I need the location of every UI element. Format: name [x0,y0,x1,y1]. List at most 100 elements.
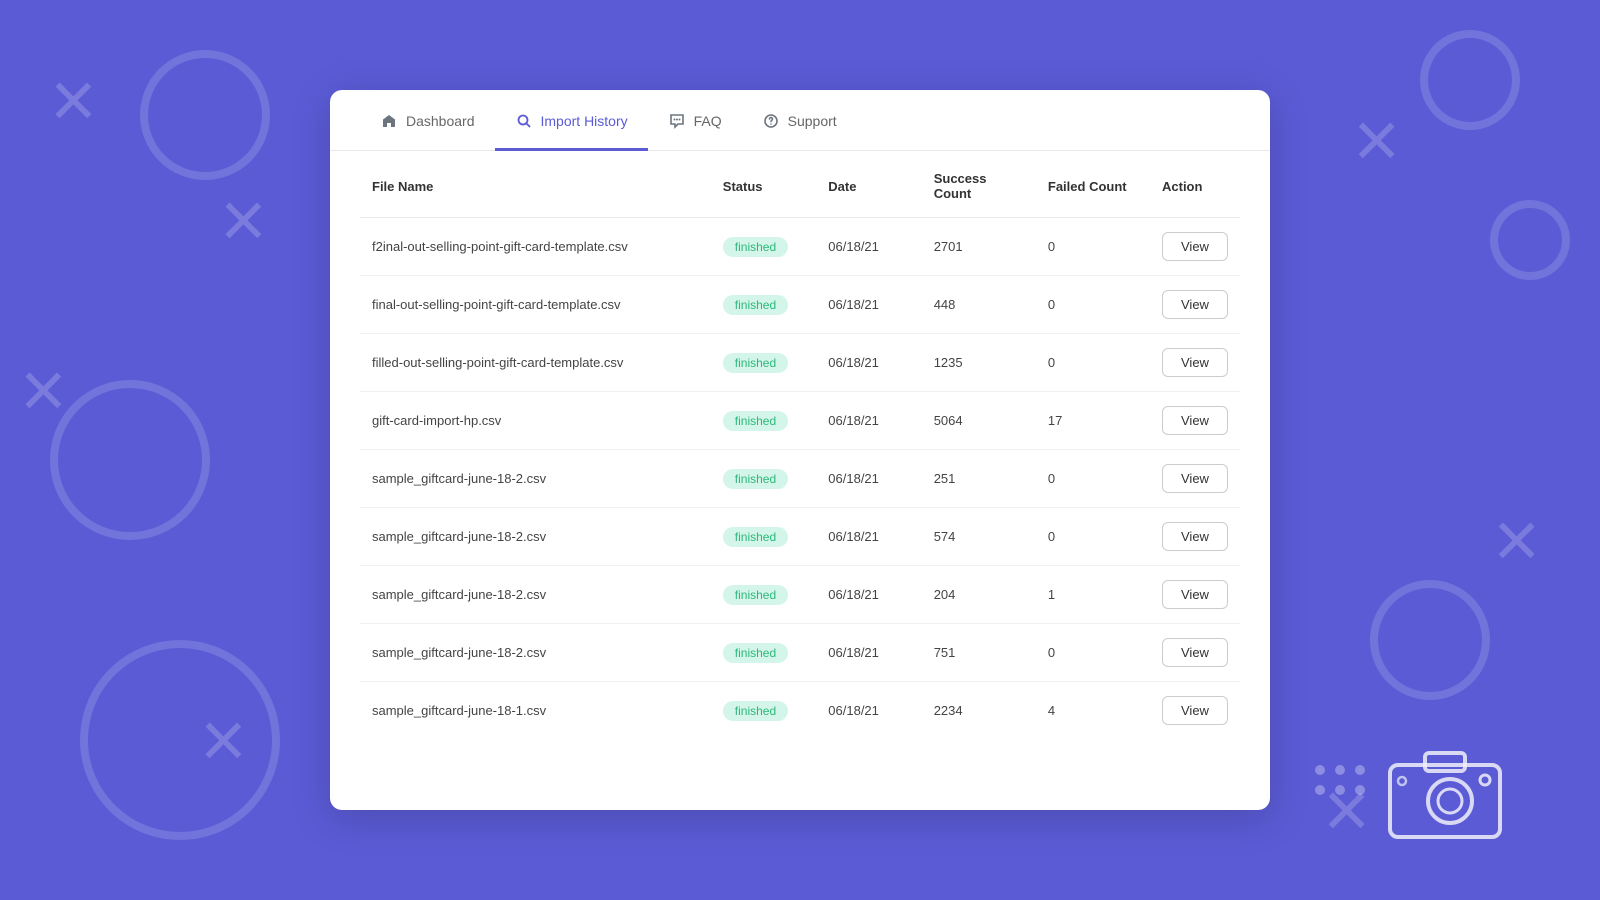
main-card: Dashboard Import History FAQ [330,90,1270,810]
cell-status: finished [711,276,817,334]
cell-status: finished [711,450,817,508]
cell-action: View [1150,566,1240,624]
view-button[interactable]: View [1162,696,1228,725]
table-row: sample_giftcard-june-18-2.csv finished 0… [360,450,1240,508]
deco-x-5: × [1493,500,1540,580]
status-badge: finished [723,585,788,605]
cell-filename: sample_giftcard-june-18-2.csv [360,450,711,508]
cell-action: View [1150,392,1240,450]
cell-filename: gift-card-import-hp.csv [360,392,711,450]
tab-support-label: Support [788,113,837,129]
cell-filename: sample_giftcard-june-18-1.csv [360,682,711,740]
cell-success: 5064 [922,392,1036,450]
cell-action: View [1150,334,1240,392]
col-header-failed: Failed Count [1036,151,1150,218]
tab-faq-label: FAQ [694,113,722,129]
cell-date: 06/18/21 [816,682,921,740]
cell-date: 06/18/21 [816,218,921,276]
status-badge: finished [723,469,788,489]
deco-x-3: × [20,350,67,430]
cell-success: 751 [922,624,1036,682]
view-button[interactable]: View [1162,638,1228,667]
cell-failed: 0 [1036,218,1150,276]
cell-status: finished [711,624,817,682]
cell-success: 2234 [922,682,1036,740]
col-header-action: Action [1150,151,1240,218]
cell-success: 251 [922,450,1036,508]
cell-action: View [1150,682,1240,740]
tab-bar: Dashboard Import History FAQ [330,90,1270,151]
cell-filename: sample_giftcard-june-18-2.csv [360,566,711,624]
cell-action: View [1150,218,1240,276]
table-row: final-out-selling-point-gift-card-templa… [360,276,1240,334]
deco-circle-5 [1490,200,1570,280]
status-badge: finished [723,643,788,663]
cell-failed: 0 [1036,508,1150,566]
deco-x-6: × [1323,770,1370,850]
status-badge: finished [723,527,788,547]
cell-date: 06/18/21 [816,508,921,566]
cell-date: 06/18/21 [816,566,921,624]
table-row: sample_giftcard-june-18-2.csv finished 0… [360,624,1240,682]
deco-x-1: × [50,60,97,140]
cell-date: 06/18/21 [816,392,921,450]
col-header-status: Status [711,151,817,218]
tab-support[interactable]: Support [742,90,857,151]
tab-import-history[interactable]: Import History [495,90,648,151]
cell-action: View [1150,624,1240,682]
table-row: sample_giftcard-june-18-2.csv finished 0… [360,508,1240,566]
col-header-filename: File Name [360,151,711,218]
cell-failed: 0 [1036,624,1150,682]
import-history-table: File Name Status Date Success Count Fail… [360,151,1240,739]
col-header-date: Date [816,151,921,218]
cell-status: finished [711,566,817,624]
cell-success: 448 [922,276,1036,334]
table-container: File Name Status Date Success Count Fail… [330,151,1270,769]
deco-circle-4 [80,640,280,840]
table-header-row: File Name Status Date Success Count Fail… [360,151,1240,218]
tab-import-history-label: Import History [541,113,628,129]
cell-date: 06/18/21 [816,276,921,334]
cell-status: finished [711,392,817,450]
deco-x-4: × [200,700,247,780]
home-icon [380,112,398,130]
cell-failed: 0 [1036,276,1150,334]
search-icon [515,112,533,130]
view-button[interactable]: View [1162,580,1228,609]
view-button[interactable]: View [1162,290,1228,319]
view-button[interactable]: View [1162,232,1228,261]
status-badge: finished [723,353,788,373]
col-header-success: Success Count [922,151,1036,218]
cell-success: 574 [922,508,1036,566]
view-button[interactable]: View [1162,348,1228,377]
question-icon [762,112,780,130]
deco-x-2: × [1353,100,1400,180]
cell-date: 06/18/21 [816,334,921,392]
deco-circle-1 [140,50,270,180]
cell-success: 1235 [922,334,1036,392]
tab-dashboard-label: Dashboard [406,113,475,129]
cell-status: finished [711,508,817,566]
cell-failed: 4 [1036,682,1150,740]
view-button[interactable]: View [1162,522,1228,551]
tab-dashboard[interactable]: Dashboard [360,90,495,151]
cell-date: 06/18/21 [816,624,921,682]
view-button[interactable]: View [1162,464,1228,493]
view-button[interactable]: View [1162,406,1228,435]
cell-status: finished [711,334,817,392]
cell-filename: sample_giftcard-june-18-2.csv [360,624,711,682]
chat-icon [668,112,686,130]
deco-circle-6 [1370,580,1490,700]
table-row: sample_giftcard-june-18-1.csv finished 0… [360,682,1240,740]
cell-filename: final-out-selling-point-gift-card-templa… [360,276,711,334]
status-badge: finished [723,411,788,431]
cell-success: 204 [922,566,1036,624]
deco-circle-2 [1420,30,1520,130]
tab-faq[interactable]: FAQ [648,90,742,151]
cell-date: 06/18/21 [816,450,921,508]
cell-filename: sample_giftcard-june-18-2.csv [360,508,711,566]
deco-x-8: × [220,180,267,260]
status-badge: finished [723,295,788,315]
cell-filename: filled-out-selling-point-gift-card-templ… [360,334,711,392]
cell-success: 2701 [922,218,1036,276]
